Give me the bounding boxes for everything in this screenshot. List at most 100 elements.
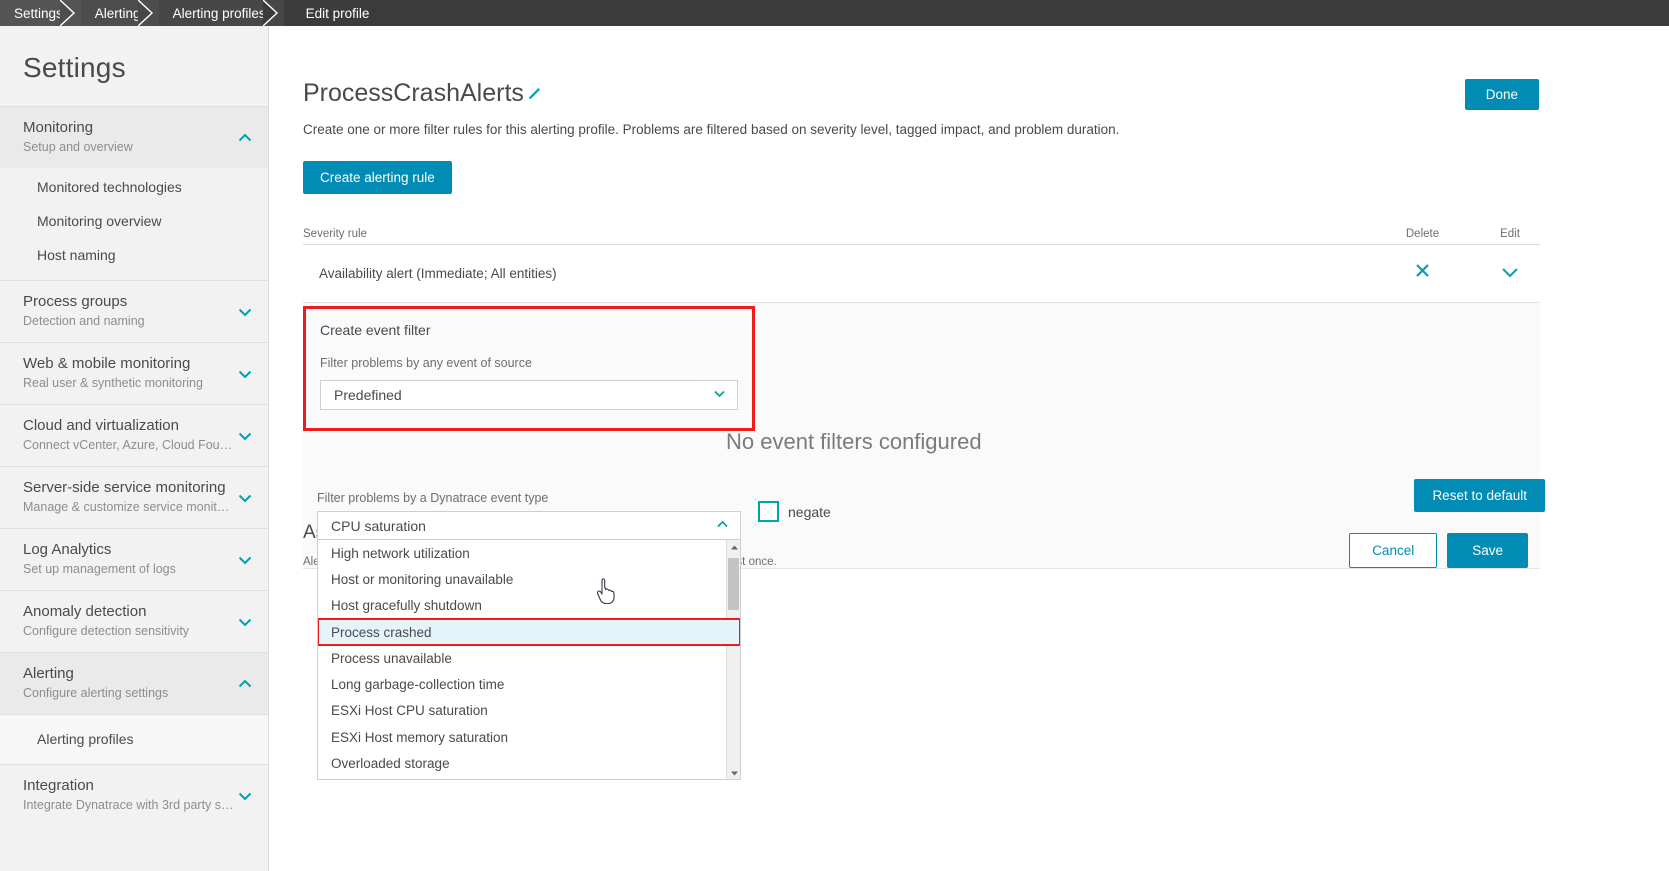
- create-rule-wrap: Create alerting rule: [286, 137, 1557, 194]
- event-source-select[interactable]: Predefined: [320, 380, 738, 410]
- page-title-row: ProcessCrashAlerts: [286, 44, 1557, 108]
- event-type-field-label: Filter problems by a Dynatrace event typ…: [317, 491, 549, 505]
- scroll-up-arrow-icon[interactable]: [727, 540, 740, 554]
- list-item[interactable]: High network utilization: [318, 540, 740, 566]
- list-item[interactable]: ESXi Host memory saturation: [318, 724, 740, 750]
- list-item[interactable]: Host or monitoring unavailable: [318, 566, 740, 592]
- breadcrumb-item-settings[interactable]: Settings: [0, 0, 81, 26]
- page-description: Create one or more filter rules for this…: [303, 122, 1120, 137]
- sidebar-group-title: Alerting: [23, 665, 74, 682]
- sidebar-group-monitoring[interactable]: Monitoring Setup and overview: [0, 106, 268, 168]
- list-item-process-crashed[interactable]: Process crashed: [318, 617, 740, 647]
- sidebar-title: Settings: [23, 52, 126, 83]
- column-header-edit: Edit: [1500, 228, 1520, 240]
- panel-action-buttons: Cancel Save: [1349, 533, 1528, 568]
- create-event-filter-title: Create event filter: [320, 322, 431, 338]
- sidebar-item-alerting-profiles[interactable]: Alerting profiles: [0, 722, 268, 756]
- negate-checkbox[interactable]: [758, 501, 779, 522]
- sidebar-group-cloud-virtualization[interactable]: Cloud and virtualization Connect vCenter…: [0, 404, 268, 466]
- sidebar-group-title: Server-side service monitoring: [23, 479, 226, 496]
- sidebar-group-title: Log Analytics: [23, 541, 112, 558]
- sidebar-group-subtitle: Set up management of logs: [23, 562, 176, 576]
- scrollbar-thumb[interactable]: [728, 558, 739, 610]
- rule-name: Availability alert (Immediate; All entit…: [319, 266, 557, 281]
- create-event-filter-box: Create event filter Filter problems by a…: [303, 306, 755, 431]
- event-type-dropdown: Filter problems by a Dynatrace event typ…: [317, 491, 741, 780]
- sidebar: Settings Monitoring Setup and overview M…: [0, 26, 269, 871]
- list-item[interactable]: ESXi Host CPU saturation: [318, 698, 740, 724]
- cancel-button[interactable]: Cancel: [1349, 533, 1438, 568]
- event-type-option-list[interactable]: High network utilization Host or monitor…: [317, 540, 741, 780]
- column-header-severity-rule: Severity rule: [303, 228, 367, 240]
- sidebar-group-anomaly-detection[interactable]: Anomaly detection Configure detection se…: [0, 590, 268, 652]
- scroll-down-arrow-icon[interactable]: [727, 766, 740, 779]
- breadcrumb-label: Edit profile: [305, 5, 370, 21]
- edit-rule-button[interactable]: [1480, 261, 1540, 286]
- list-item[interactable]: Overloaded storage: [318, 750, 740, 776]
- no-event-filters-message: No event filters configured: [726, 429, 982, 454]
- sidebar-subitems-alerting: Alerting profiles: [0, 714, 268, 764]
- done-button[interactable]: Done: [1464, 79, 1539, 110]
- sidebar-group-subtitle: Integrate Dynatrace with 3rd party syste…: [23, 798, 234, 812]
- breadcrumb-item-alerting[interactable]: Alerting: [80, 0, 159, 26]
- table-row[interactable]: Availability alert (Immediate; All entit…: [303, 245, 1540, 303]
- page-title: ProcessCrashAlerts: [303, 79, 524, 107]
- chevron-down-icon[interactable]: [236, 427, 254, 445]
- table-header-row: Severity rule Delete Edit: [303, 228, 1540, 245]
- chevron-down-icon[interactable]: [236, 613, 254, 631]
- chevron-down-icon[interactable]: [236, 551, 254, 569]
- negate-checkbox-wrap[interactable]: negate: [758, 501, 831, 522]
- sidebar-group-subtitle: Real user & synthetic monitoring: [23, 376, 203, 390]
- main-content: Done ProcessCrashAlerts Create one or mo…: [269, 26, 1669, 871]
- delete-rule-button[interactable]: [1365, 261, 1480, 286]
- sidebar-item-label: Alerting profiles: [37, 731, 134, 747]
- pencil-icon[interactable]: [526, 85, 543, 102]
- event-source-value: Predefined: [334, 387, 402, 403]
- sidebar-group-process-groups[interactable]: Process groups Detection and naming: [0, 280, 268, 342]
- sidebar-group-alerting[interactable]: Alerting Configure alerting settings: [0, 652, 268, 714]
- sidebar-group-title: Cloud and virtualization: [23, 417, 179, 434]
- sidebar-group-log-analytics[interactable]: Log Analytics Set up management of logs: [0, 528, 268, 590]
- sidebar-group-subtitle: Manage & customize service monitoring: [23, 500, 234, 514]
- create-alerting-rule-button[interactable]: Create alerting rule: [303, 161, 452, 194]
- sidebar-group-web-mobile-monitoring[interactable]: Web & mobile monitoring Real user & synt…: [0, 342, 268, 404]
- sidebar-group-integration[interactable]: Integration Integrate Dynatrace with 3rd…: [0, 764, 268, 826]
- source-field-label: Filter problems by any event of source: [320, 356, 532, 370]
- chevron-down-icon[interactable]: [712, 386, 727, 404]
- column-header-delete: Delete: [1405, 228, 1440, 240]
- chevron-up-icon[interactable]: [236, 129, 254, 147]
- chevron-up-icon[interactable]: [236, 675, 254, 693]
- profile-editor-card: Done ProcessCrashAlerts Create one or mo…: [286, 44, 1557, 804]
- sidebar-item-host-naming[interactable]: Host naming: [0, 238, 268, 272]
- dropdown-scrollbar[interactable]: [726, 540, 740, 779]
- sidebar-group-title: Process groups: [23, 293, 128, 310]
- sidebar-item-label: Monitored technologies: [37, 179, 182, 195]
- list-item[interactable]: Long garbage-collection time: [318, 671, 740, 697]
- breadcrumb-label: Alerting: [94, 5, 141, 21]
- chevron-down-icon[interactable]: [236, 303, 254, 321]
- sidebar-item-monitoring-overview[interactable]: Monitoring overview: [0, 204, 268, 238]
- sidebar-item-label: Host naming: [37, 247, 116, 263]
- sidebar-item-monitored-technologies[interactable]: Monitored technologies: [0, 170, 268, 204]
- breadcrumb-item-alerting-profiles[interactable]: Alerting profiles: [158, 0, 284, 26]
- sidebar-subitems-monitoring: Monitored technologies Monitoring overvi…: [0, 168, 268, 280]
- breadcrumb-separator-icon: [59, 0, 82, 26]
- list-item[interactable]: Host gracefully shutdown: [318, 593, 740, 619]
- reset-to-default-button[interactable]: Reset to default: [1414, 479, 1545, 512]
- breadcrumb-bar: Settings Alerting Alerting profiles Edit…: [0, 0, 1669, 26]
- event-type-value: CPU saturation: [331, 517, 426, 534]
- chevron-down-icon[interactable]: [236, 365, 254, 383]
- chevron-down-icon[interactable]: [236, 489, 254, 507]
- sidebar-group-title: Integration: [23, 777, 94, 794]
- save-button[interactable]: Save: [1447, 533, 1528, 568]
- list-item[interactable]: Process unavailable: [318, 645, 740, 671]
- chevron-down-icon[interactable]: [236, 787, 254, 805]
- breadcrumb-item-edit-profile[interactable]: Edit profile: [283, 0, 388, 26]
- sidebar-group-subtitle: Setup and overview: [23, 140, 133, 154]
- event-type-select-display[interactable]: CPU saturation: [317, 511, 741, 540]
- sidebar-group-server-side-service-monitoring[interactable]: Server-side service monitoring Manage & …: [0, 466, 268, 528]
- close-x-icon[interactable]: [1413, 264, 1432, 285]
- breadcrumb-label: Settings: [14, 5, 63, 21]
- chevron-down-icon[interactable]: [1499, 268, 1521, 286]
- chevron-up-icon[interactable]: [715, 517, 730, 535]
